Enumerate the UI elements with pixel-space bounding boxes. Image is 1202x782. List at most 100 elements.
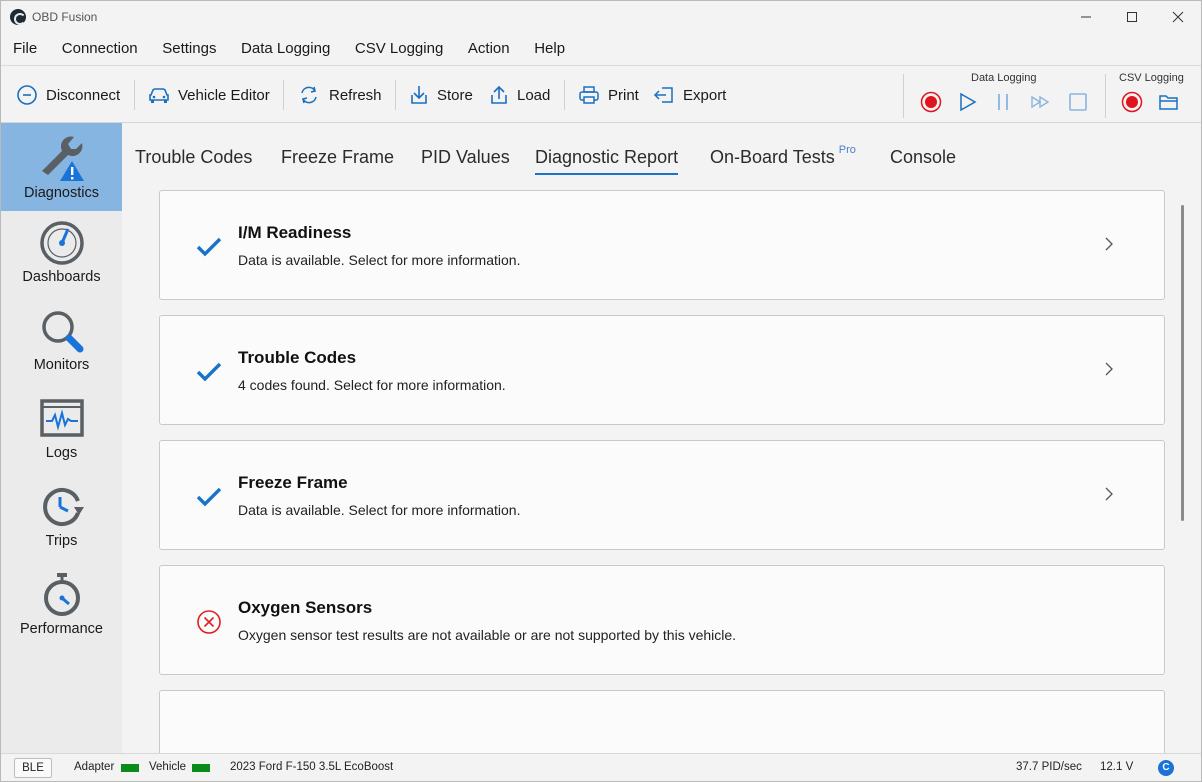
tab-on-board-tests[interactable]: On-Board Tests Pro bbox=[710, 144, 856, 175]
maximize-icon bbox=[1127, 12, 1137, 22]
maximize-button[interactable] bbox=[1109, 1, 1155, 33]
chevron-right-icon bbox=[1105, 487, 1113, 501]
content-scrollbar[interactable] bbox=[1181, 205, 1184, 521]
sidebar-item-performance[interactable]: Performance bbox=[1, 563, 122, 651]
toolbar-separator bbox=[1105, 74, 1106, 118]
menu-file[interactable]: File bbox=[5, 33, 45, 65]
menu-csv-logging[interactable]: CSV Logging bbox=[347, 33, 451, 65]
chevron-right-icon bbox=[1105, 237, 1113, 251]
refresh-icon bbox=[301, 86, 317, 104]
tab-bar: Trouble Codes Freeze Frame PID Values Di… bbox=[122, 123, 1201, 185]
toolbar-separator bbox=[903, 74, 904, 118]
stopwatch-icon bbox=[43, 573, 80, 616]
check-icon bbox=[196, 362, 222, 382]
report-card-partial[interactable] bbox=[159, 690, 1165, 753]
tab-pid-values[interactable]: PID Values bbox=[421, 147, 510, 175]
store-label: Store bbox=[437, 86, 473, 104]
print-button[interactable]: Print bbox=[578, 81, 639, 109]
tab-diagnostic-report[interactable]: Diagnostic Report bbox=[535, 147, 679, 175]
data-logging-play-button[interactable] bbox=[955, 90, 979, 114]
menu-help[interactable]: Help bbox=[526, 33, 573, 65]
card-title: Oxygen Sensors bbox=[238, 598, 373, 617]
check-icon bbox=[196, 487, 222, 507]
pro-badge: Pro bbox=[838, 144, 856, 156]
menu-action[interactable]: Action bbox=[460, 33, 518, 65]
disconnect-label: Disconnect bbox=[46, 86, 121, 104]
error-icon bbox=[197, 610, 221, 634]
adapter-status-indicator bbox=[121, 764, 139, 772]
sidebar-item-label: Monitors bbox=[33, 357, 90, 373]
record-icon bbox=[920, 91, 942, 113]
menu-bar: File Connection Settings Data Logging CS… bbox=[1, 33, 1201, 65]
gauge-icon bbox=[39, 221, 84, 265]
refresh-button[interactable]: Refresh bbox=[297, 81, 382, 109]
adapter-label: Adapter bbox=[74, 761, 115, 773]
minimize-icon bbox=[1081, 16, 1091, 18]
csv-logging-record-button[interactable] bbox=[1120, 90, 1144, 114]
toolbar-separator bbox=[564, 80, 565, 110]
window-title: OBD Fusion bbox=[32, 10, 98, 24]
clock-arrow-icon bbox=[42, 488, 84, 526]
data-logging-stop-button[interactable] bbox=[1066, 90, 1090, 114]
main-content: Trouble Codes Freeze Frame PID Values Di… bbox=[122, 123, 1201, 753]
csv-logging-open-folder-button[interactable] bbox=[1157, 90, 1181, 114]
export-icon bbox=[653, 87, 673, 103]
printer-icon bbox=[579, 86, 599, 104]
menu-data-logging[interactable]: Data Logging bbox=[233, 33, 338, 65]
store-icon bbox=[411, 86, 427, 104]
wrench-warning-icon bbox=[41, 136, 84, 181]
pause-icon bbox=[998, 94, 1008, 110]
data-logging-record-button[interactable] bbox=[919, 90, 943, 114]
report-card-oxygen-sensors[interactable]: Oxygen Sensors Oxygen sensor test result… bbox=[159, 565, 1165, 675]
folder-icon bbox=[1159, 95, 1178, 110]
close-button[interactable] bbox=[1155, 1, 1201, 33]
load-button[interactable]: Load bbox=[489, 81, 550, 109]
sidebar-item-label: Logs bbox=[45, 445, 78, 461]
check-icon bbox=[196, 237, 222, 257]
minimize-button[interactable] bbox=[1063, 1, 1109, 33]
battery-voltage: 12.1 V bbox=[1100, 761, 1134, 773]
toolbar-separator bbox=[395, 80, 396, 110]
toolbar: Disconnect Vehicle Editor Refresh Store … bbox=[1, 65, 1201, 123]
status-badge[interactable]: C bbox=[1158, 760, 1174, 776]
store-button[interactable]: Store bbox=[409, 81, 473, 109]
toolbar-separator bbox=[283, 80, 284, 110]
data-logging-fast-forward-button[interactable] bbox=[1029, 90, 1053, 114]
vehicle-editor-button[interactable]: Vehicle Editor bbox=[148, 81, 270, 109]
load-icon bbox=[491, 85, 507, 104]
car-icon bbox=[149, 88, 169, 103]
sidebar-item-label: Diagnostics bbox=[24, 185, 99, 201]
sidebar-item-label: Dashboards bbox=[22, 269, 101, 285]
refresh-label: Refresh bbox=[329, 86, 382, 104]
vehicle-status-indicator bbox=[192, 764, 210, 772]
export-button[interactable]: Export bbox=[653, 81, 726, 109]
report-card-trouble-codes[interactable]: Trouble Codes 4 codes found. Select for … bbox=[159, 315, 1165, 425]
tab-console[interactable]: Console bbox=[890, 147, 956, 175]
export-label: Export bbox=[683, 86, 727, 104]
sidebar-item-label: Performance bbox=[19, 621, 103, 637]
fast-forward-icon bbox=[1031, 95, 1050, 109]
sidebar-item-trips[interactable]: Trips bbox=[1, 475, 122, 563]
vehicle-editor-label: Vehicle Editor bbox=[178, 86, 270, 104]
vehicle-label: Vehicle bbox=[149, 761, 187, 773]
menu-connection[interactable]: Connection bbox=[54, 33, 146, 65]
sidebar-item-dashboards[interactable]: Dashboards bbox=[1, 211, 122, 299]
report-card-freeze-frame[interactable]: Freeze Frame Data is available. Select f… bbox=[159, 440, 1165, 550]
tab-freeze-frame[interactable]: Freeze Frame bbox=[281, 147, 394, 175]
card-title: Trouble Codes bbox=[238, 348, 357, 367]
sidebar-item-logs[interactable]: Logs bbox=[1, 387, 122, 475]
card-title: I/M Readiness bbox=[238, 223, 352, 242]
title-bar: OBD Fusion bbox=[1, 1, 1201, 33]
sidebar-item-monitors[interactable]: Monitors bbox=[1, 299, 122, 387]
sidebar-item-diagnostics[interactable]: Diagnostics bbox=[1, 123, 122, 211]
tab-trouble-codes[interactable]: Trouble Codes bbox=[135, 147, 252, 175]
print-label: Print bbox=[608, 86, 639, 104]
card-description: 4 codes found. Select for more informati… bbox=[238, 377, 506, 393]
connection-type-badge[interactable]: BLE bbox=[14, 758, 52, 778]
magnifier-icon bbox=[41, 311, 83, 353]
menu-settings[interactable]: Settings bbox=[154, 33, 224, 65]
data-logging-pause-button[interactable] bbox=[991, 90, 1015, 114]
report-card-im-readiness[interactable]: I/M Readiness Data is available. Select … bbox=[159, 190, 1165, 300]
disconnect-button[interactable]: Disconnect bbox=[16, 81, 120, 109]
record-icon bbox=[1121, 91, 1143, 113]
